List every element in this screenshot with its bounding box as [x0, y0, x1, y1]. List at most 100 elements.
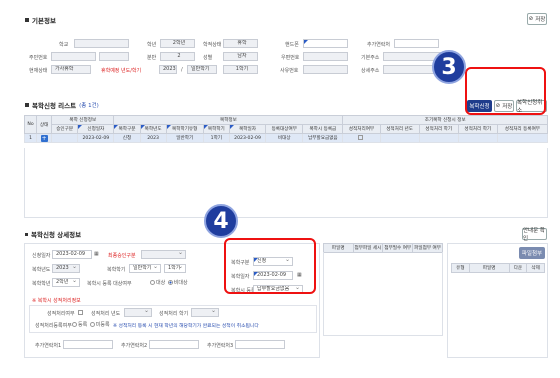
- early-section-title: ※ 복학시 성적처리정보: [32, 298, 81, 304]
- extra1-field[interactable]: [63, 340, 113, 349]
- calendar-icon[interactable]: ▦: [94, 251, 99, 257]
- early-unreg-radio[interactable]: [89, 322, 95, 327]
- attach-file-button[interactable]: 파일첨부: [519, 247, 545, 259]
- cell-early-term: [418, 133, 459, 143]
- cell-fee: 납부할요금없음: [302, 133, 344, 143]
- semtype-label: 복학학기: [107, 267, 126, 273]
- callout-box-3: [465, 67, 546, 115]
- early-term-select[interactable]: [191, 308, 219, 317]
- foreign-label: 사유번호: [280, 68, 299, 74]
- cell-semtype: 일반학기: [165, 133, 204, 143]
- term-select[interactable]: 1학기: [164, 264, 186, 273]
- return-term-field: 1학기: [223, 65, 258, 74]
- phone-label: 핸드폰: [285, 42, 299, 48]
- file-list-area: [323, 252, 443, 336]
- semtype-select[interactable]: 일반학기: [129, 264, 161, 273]
- detail-title: 복학신청 상세정보: [25, 229, 81, 239]
- cell-approve: [51, 133, 79, 143]
- att-col-type: 유형: [451, 263, 470, 273]
- gender-label: 성별: [203, 55, 213, 61]
- target-yes-radio[interactable]: [150, 280, 155, 285]
- section-marker-icon: [25, 103, 29, 107]
- extra-contact-field[interactable]: [394, 39, 439, 48]
- extra-contact-label: 추가연락처: [367, 42, 391, 48]
- col-fee: 복학시 등록금: [302, 124, 344, 134]
- callout-box-4: [224, 238, 316, 294]
- att-col-download: 다운: [508, 263, 528, 273]
- return-year-select[interactable]: 2023: [52, 264, 80, 273]
- cell-term: 1학기: [202, 133, 230, 143]
- resident-field: [51, 52, 96, 61]
- col-type: 복학구분: [113, 124, 141, 134]
- notice-confirm-button[interactable]: 안내문 확인: [522, 228, 547, 242]
- early-year-select[interactable]: [124, 308, 152, 317]
- class-field: 2: [160, 52, 195, 61]
- col-early-term: 성적처리 학기: [418, 124, 459, 134]
- return-term-label: 휴학예정 년도/학기: [101, 68, 142, 74]
- extra1-label: 추가연락처1: [35, 343, 62, 349]
- extra3-label: 추가연락처3: [207, 343, 234, 349]
- cell-target: 비대상: [265, 133, 304, 143]
- extra2-field[interactable]: [149, 340, 199, 349]
- col-early-reg: 성적처리 등록여부: [496, 124, 549, 134]
- cell-early-term2: [457, 133, 498, 143]
- group-apply-info: 복학 신청정보: [51, 115, 115, 125]
- school-field: [74, 39, 129, 48]
- col-target: 등록대상여부: [265, 124, 304, 134]
- class-label: 분반: [147, 55, 157, 61]
- current-status-field: 가사휴학: [51, 65, 91, 74]
- resident-label: 주민번호: [29, 55, 48, 61]
- save-icon: ⊘: [528, 16, 534, 22]
- col-early-year: 성적처리 년도: [379, 124, 420, 134]
- detail-address-label: 상세주소: [361, 68, 380, 74]
- col-early-term2: 성적처리 학기: [457, 124, 498, 134]
- section-marker-icon: [25, 18, 29, 22]
- cell-early-year: [379, 133, 420, 143]
- resident-field-2: [99, 52, 129, 61]
- section-marker-icon: [25, 232, 28, 236]
- approve-select[interactable]: [141, 250, 186, 259]
- attachment-panel: [447, 243, 548, 358]
- row-status-icon[interactable]: +: [40, 134, 48, 142]
- apply-date-field[interactable]: 2023-02-09: [52, 250, 92, 259]
- grade-label: 학년: [147, 42, 157, 48]
- approve-label: 최종승인구분: [108, 253, 136, 259]
- basic-save-button[interactable]: ⊘ 저장: [527, 13, 547, 25]
- group-return-info: 복학정보: [113, 115, 344, 125]
- basic-info-title: 기본정보: [25, 15, 56, 25]
- group-early-info: 조기복학 신청시 정보: [342, 115, 548, 125]
- status-label: 학적상태: [203, 42, 222, 48]
- cell-no: 1: [23, 133, 38, 143]
- table-row[interactable]: 1 + 2023-02-09 신청 2023 일반학기 1학기 2023-02-…: [23, 133, 549, 143]
- cell-type: 신청: [113, 133, 141, 143]
- att-col-name: 파일명: [468, 263, 510, 273]
- col-early-yn: 성적처리여부: [342, 124, 381, 134]
- target-radio-group[interactable]: 대상 비대상: [149, 279, 188, 286]
- early-yn-checkbox[interactable]: [78, 310, 83, 315]
- extra3-field[interactable]: [235, 340, 285, 349]
- return-year-field: 2023: [159, 65, 177, 74]
- return-grade-label: 복학학년: [32, 281, 51, 287]
- zip-field: [303, 52, 348, 61]
- list-title: 복학신청 리스트 (총 1건): [25, 100, 99, 110]
- cell-early-yn[interactable]: [342, 133, 381, 143]
- grade-field: 2학년: [160, 39, 195, 48]
- cell-apply-date: 2023-02-09: [77, 133, 115, 143]
- slash-separator: /: [181, 67, 183, 73]
- early-note: ※ 성적처리 등록 시 현재 학년의 해당학기가 완료되는 성적이 취소됩니다: [113, 324, 259, 329]
- target-no-radio[interactable]: [167, 280, 173, 285]
- early-yn-label: 성적처리여부: [47, 311, 75, 317]
- zip-label: 우편번호: [281, 55, 300, 61]
- cell-year: 2023: [139, 133, 167, 143]
- return-grade-select[interactable]: 2학년: [52, 278, 80, 287]
- callout-badge-4: 4: [204, 204, 238, 238]
- early-year-label: 성적처리 년도: [91, 311, 121, 317]
- phone-field[interactable]: [303, 39, 348, 48]
- target-label: 복학시 등록 대상여부: [87, 281, 132, 287]
- early-reg-radio[interactable]: [72, 322, 77, 327]
- early-reg-radio-group[interactable]: 등록 미등록: [71, 321, 110, 328]
- early-reg-label: 성적처리등록여부: [35, 323, 72, 329]
- school-label: 학교: [59, 42, 69, 48]
- col-no: No: [23, 115, 38, 134]
- early-checkbox[interactable]: [358, 135, 364, 140]
